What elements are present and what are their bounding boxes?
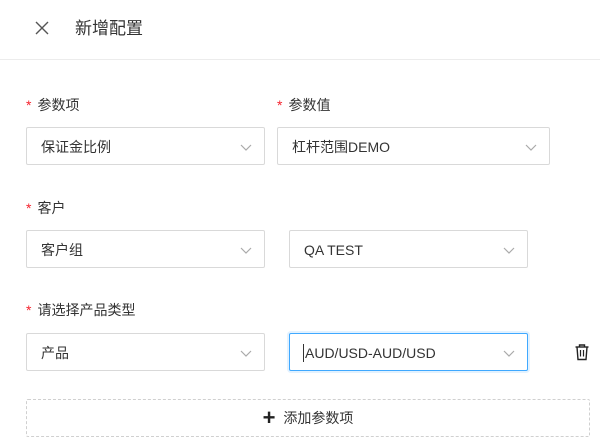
customer-select[interactable]: QA TEST (289, 230, 528, 268)
param-item-label: * 参数项 (26, 97, 80, 113)
customer-value: QA TEST (304, 242, 363, 258)
chevron-down-icon (240, 144, 252, 151)
dialog-title: 新增配置 (75, 19, 143, 38)
plus-icon: + (262, 405, 276, 430)
param-item-select[interactable]: 保证金比例 (26, 127, 265, 165)
required-mark: * (26, 97, 32, 113)
chevron-down-icon (503, 350, 515, 357)
param-item-value: 保证金比例 (41, 139, 111, 155)
add-param-label: 添加参数项 (283, 410, 354, 426)
customer-label: * 客户 (26, 200, 66, 216)
add-param-button[interactable]: + 添加参数项 (26, 399, 590, 437)
product-type-value: 产品 (41, 345, 69, 361)
chevron-down-icon (525, 144, 537, 151)
text-cursor (303, 344, 304, 362)
param-value-select[interactable]: 杠杆范围DEMO (277, 127, 550, 165)
chevron-down-icon (503, 247, 515, 254)
chevron-down-icon (240, 350, 252, 357)
param-value-value: 杠杆范围DEMO (292, 139, 390, 155)
product-value: AUD/USD-AUD/USD (305, 345, 436, 361)
product-type-select[interactable]: 产品 (26, 333, 265, 371)
required-mark: * (26, 302, 32, 318)
chevron-down-icon (240, 247, 252, 254)
required-mark: * (26, 200, 32, 216)
customer-type-select[interactable]: 客户组 (26, 230, 265, 268)
dialog-header: 新增配置 (0, 0, 600, 60)
product-select[interactable]: AUD/USD-AUD/USD (289, 333, 528, 371)
param-value-label: * 参数值 (277, 97, 331, 113)
customer-type-value: 客户组 (41, 242, 83, 258)
trash-icon[interactable] (574, 343, 590, 361)
close-icon[interactable] (32, 18, 52, 38)
required-mark: * (277, 97, 283, 113)
product-type-label: * 请选择产品类型 (26, 302, 136, 318)
